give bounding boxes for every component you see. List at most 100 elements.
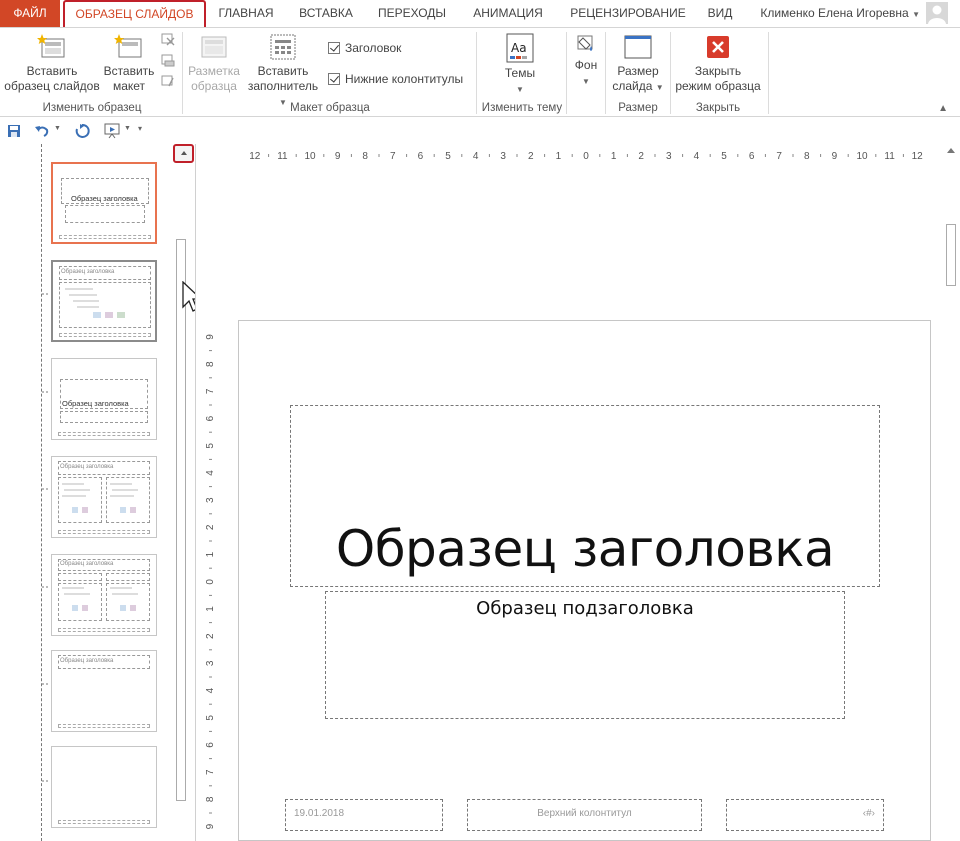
title-checkbox-label: Заголовок [345, 41, 402, 55]
ruler-label: 9 [205, 823, 216, 829]
thumbnail-title-text: Образец заголовка [71, 194, 138, 203]
delete-slide-icon[interactable] [161, 32, 175, 46]
ruler-tick [406, 154, 408, 157]
ruler-tick [737, 154, 739, 157]
rename-icon[interactable] [161, 53, 175, 67]
chevron-down-icon: ▼ [516, 85, 524, 94]
tab-transitions[interactable]: ПЕРЕХОДЫ [372, 0, 452, 27]
tab-animation[interactable]: АНИМАЦИЯ [464, 0, 552, 27]
ruler-tick [295, 154, 297, 157]
ruler-label: 1 [205, 551, 216, 557]
scroll-up-button[interactable] [173, 144, 194, 163]
ruler-label: 10 [304, 151, 316, 162]
ruler-tick [268, 154, 270, 157]
slide-canvas[interactable]: Образец заголовка Образец подзаголовка 1… [238, 320, 931, 841]
insert-slide-master-button[interactable]: Вставить образец слайдов [4, 32, 100, 94]
title-checkbox[interactable]: Заголовок [328, 41, 401, 55]
group-separator [670, 32, 671, 114]
thumbnail-blank-layout[interactable] [51, 746, 157, 828]
slide-number-text[interactable]: ‹#› [863, 808, 875, 819]
ruler-tick [902, 154, 904, 157]
checkbox-checked-icon [328, 73, 340, 85]
thumbnail-footer [59, 235, 151, 239]
slide-size-button[interactable]: Размер слайда ▼ [610, 32, 666, 95]
ruler-tick [433, 154, 435, 157]
ruler-tick [209, 458, 212, 460]
thumbnail-section-layout[interactable]: Образец заголовка [51, 358, 157, 440]
thumbnail-content-layout[interactable]: Образец заголовка [51, 260, 157, 342]
date-text[interactable]: 19.01.2018 [294, 808, 344, 819]
ruler-tick [571, 154, 573, 157]
ruler-tick [209, 676, 212, 678]
ruler-tick [323, 154, 325, 157]
insert-slide-master-label-2: образец слайдов [4, 79, 100, 93]
ruler-tick [626, 154, 628, 157]
save-icon[interactable] [6, 123, 22, 139]
customize-toolbar-icon[interactable]: ▾ [138, 124, 142, 133]
scroll-up-icon[interactable] [947, 148, 955, 153]
thumbnail-two-content-layout[interactable]: Образец заголовка [51, 456, 157, 538]
footers-checkbox[interactable]: Нижние колонтитулы [328, 72, 463, 86]
ruler-tick [847, 154, 849, 157]
tab-file[interactable]: ФАЙЛ [0, 0, 60, 27]
tab-review[interactable]: РЕЦЕНЗИРОВАНИЕ [566, 0, 690, 27]
thumbnail-title-layout[interactable]: Образец заголовка [51, 162, 157, 244]
background-label: Фон [574, 58, 598, 72]
thumbnail-title-only-layout[interactable]: Образец заголовка [51, 650, 157, 732]
slide-title[interactable]: Образец заголовка [291, 520, 879, 578]
checkbox-checked-icon [328, 42, 340, 54]
thumbnail-title-text: Образец заголовка [60, 561, 114, 567]
ruler-label: 7 [390, 151, 396, 162]
close-master-view-label-1: Закрыть [694, 64, 742, 78]
insert-placeholder-button[interactable]: Вставить заполнитель ▼ [243, 32, 323, 110]
footer-placeholder[interactable]: Верхний колонтитул [467, 799, 702, 831]
ruler-tick [488, 154, 490, 157]
insert-placeholder-label-2: заполнитель [247, 79, 319, 93]
insert-slide-master-label-1: Вставить [26, 64, 78, 78]
collapse-ribbon-icon[interactable]: ▲ [938, 103, 948, 114]
avatar[interactable] [926, 2, 948, 24]
tab-insert[interactable]: ВСТАВКА [290, 0, 362, 27]
preserve-icon[interactable] [161, 74, 175, 88]
thumbnail-title-text: Образец заголовка [60, 464, 114, 470]
ruler-label: 1 [205, 606, 216, 612]
title-placeholder[interactable]: Образец заголовка [290, 405, 880, 587]
start-slideshow-icon[interactable] [103, 123, 123, 139]
subtitle-placeholder[interactable]: Образец подзаголовка [325, 591, 845, 719]
date-placeholder[interactable]: 19.01.2018 [285, 799, 443, 831]
close-master-view-button[interactable]: Закрыть режим образца [672, 32, 764, 94]
horizontal-ruler: 12 11 10 9 8 7 6 5 4 3 2 1 0 1 2 3 4 5 6 7 8 9 10 11 12 [249, 151, 923, 162]
user-account[interactable]: Клименко Елена Игоревна ▼ [760, 0, 920, 27]
ruler-tick [378, 154, 380, 157]
tab-slide-master[interactable]: ОБРАЗЕЦ СЛАЙДОВ [63, 0, 206, 28]
ruler-tick [209, 785, 212, 787]
group-separator [182, 32, 183, 114]
ruler-tick [209, 730, 212, 732]
redo-icon[interactable] [74, 123, 90, 139]
background-button[interactable]: Фон ▼ [569, 32, 603, 89]
insert-layout-button[interactable]: Вставить макет [100, 32, 158, 94]
themes-icon: Aa [506, 33, 534, 63]
slide-thumbnail-pane: Образец заголовка Образец заголовка Обра… [0, 144, 194, 841]
tab-home[interactable]: ГЛАВНАЯ [212, 0, 280, 27]
chevron-down-icon[interactable]: ▼ [124, 125, 131, 132]
chevron-down-icon[interactable]: ▼ [54, 125, 61, 132]
slide-number-placeholder[interactable]: ‹#› [726, 799, 884, 831]
thumbnail-comparison-layout[interactable]: Образец заголовка [51, 554, 157, 636]
undo-icon[interactable] [34, 123, 50, 139]
vertical-ruler: 9 8 7 6 5 4 3 2 1 0 1 2 3 4 5 6 7 8 9 [205, 334, 216, 830]
thumbnail-title-text: Образец заголовка [60, 658, 114, 664]
editor-scrollbar[interactable] [944, 144, 960, 841]
slide-subtitle[interactable]: Образец подзаголовка [326, 598, 844, 619]
tab-view[interactable]: ВИД [700, 0, 740, 27]
ruler-label: 10 [856, 151, 868, 162]
editor-scrollbar-thumb[interactable] [946, 224, 956, 286]
ruler-label: 4 [205, 470, 216, 476]
themes-button[interactable]: Aa Темы ▼ [490, 32, 550, 97]
master-layout-label-2: образца [191, 79, 237, 93]
footer-text[interactable]: Верхний колонтитул [468, 808, 701, 819]
ruler-label: 6 [205, 742, 216, 748]
ruler-label: 11 [884, 151, 895, 162]
master-layout-button[interactable]: Разметка образца [186, 32, 242, 94]
thumbnail-scrollbar-thumb[interactable] [176, 239, 186, 801]
